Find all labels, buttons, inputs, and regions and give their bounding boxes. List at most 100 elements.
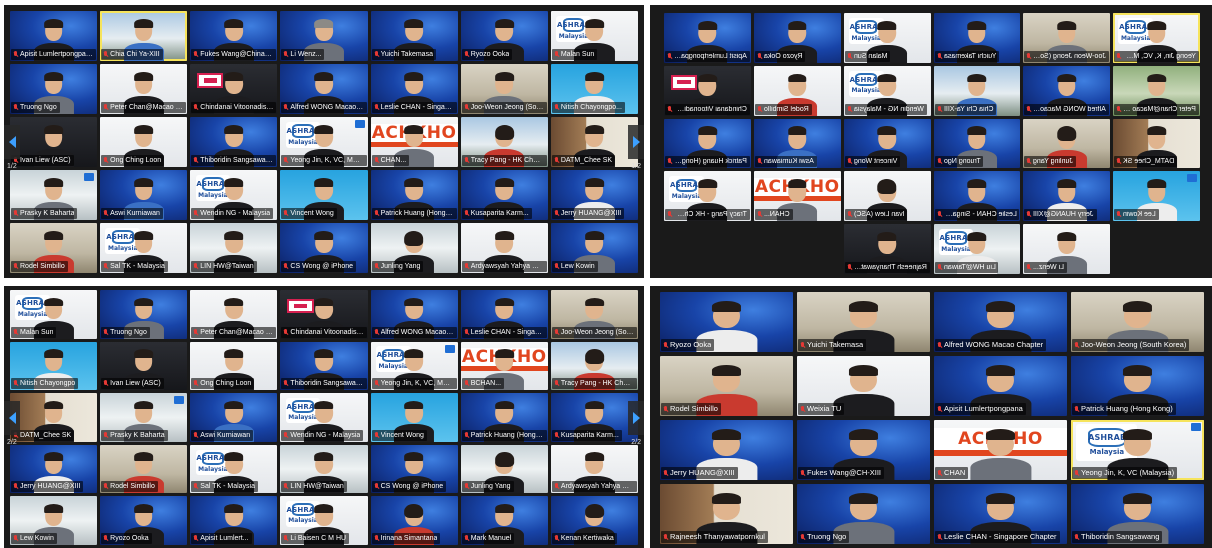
participant-tile-tracy-pang-hk-chapter[interactable]: Tracy Pang - HK Chapter [460, 117, 548, 167]
participant-tile-kusaparita-karm[interactable]: Kusaparita Karm... [460, 170, 548, 220]
participant-tile-aswi-kurniawan[interactable]: Aswi Kurniawan [100, 170, 188, 220]
participant-tile-rajneesh-thanyawatpornkul[interactable]: Rajneesh Thanyawatpornkul [660, 484, 793, 544]
next-page-arrow-icon[interactable] [628, 125, 644, 159]
participant-tile-nitish-chayongpo[interactable]: Nitish Chayongpo... [550, 64, 638, 114]
participant-tile-alfred-wong-macao-chapter[interactable]: Alfred WONG Macao Chapter [280, 64, 368, 114]
participant-tile-ong-ching-loon[interactable]: Ong Ching Loon [100, 117, 188, 167]
participant-tile-joo-weon-jeong-south-korea[interactable]: Joo-Weon Jeong (South Korea) [460, 64, 548, 114]
participant-tile-vincent-wong[interactable]: Vincent Wong [280, 170, 368, 220]
participant-tile-li-wenz[interactable]: Li Wenz... [1023, 224, 1111, 274]
participant-tile-tracy-pang-hk-chapter[interactable]: ASHRAE Malaysia Tracy Pang - HK Chapter [664, 171, 751, 222]
participant-tile-leslie-chan-singapore-chapter[interactable]: Leslie CHAN - Singapore Chapter [370, 64, 458, 114]
participant-tile-truong-ngo[interactable]: Truong Ngo [100, 290, 188, 339]
participant-tile-joo-weon-jeong-south-k[interactable]: Joo-Weon Jeong (South K... [550, 290, 638, 339]
participant-tile-ryozo-ooka[interactable]: Ryozo Ooka [100, 496, 188, 545]
pin-video-icon[interactable] [354, 120, 365, 128]
participant-tile-prasky-k-baharta[interactable]: Prasky K Baharta [10, 170, 98, 220]
pin-video-icon[interactable] [444, 344, 455, 353]
participant-tile-thiboridin-sangsawang[interactable]: Thiboridin Sangsawang [190, 117, 278, 167]
participant-tile-lin-hw-taiwan[interactable]: LIN HW@Taiwan [280, 444, 368, 494]
participant-tile-rodel-simbillo[interactable]: Rodel Simbillo [660, 356, 793, 416]
participant-tile-chindanai-vitoonadisorn[interactable]: Chindanai Vitoonadisorn [190, 64, 278, 114]
participant-tile-alfred-wong-macao-chap[interactable]: Alfred WONG Macao Chap... [370, 290, 458, 339]
previous-page-arrow-icon[interactable] [4, 400, 20, 435]
participant-tile-wendin-ng-malaysia[interactable]: ASHRAE Malaysia Wendin NG - Malaysia [280, 393, 368, 442]
participant-tile-li-baisen-c-m-hu[interactable]: ASHRAE Malaysia Li Baisen C M HU [280, 496, 368, 545]
pin-video-icon[interactable] [1187, 174, 1197, 183]
participant-tile-sal-tk-malaysia[interactable]: ASHRAE Malaysia Sal TK - Malaysia [190, 444, 278, 494]
participant-tile-fukes-wang-ch-xiii[interactable]: Fukes Wang@CH-XIII [797, 420, 930, 480]
participant-tile-ardyawsyah-yahya-xiii[interactable]: Ardyawsyah Yahya @ XIII [460, 223, 548, 273]
participant-tile-alfred-wong-macao-chapter[interactable]: Alfred WONG Macao Chapter [934, 292, 1067, 352]
participant-tile-patrick-huang-hong-kong[interactable]: Patrick Huang (Hong Kong) [1071, 356, 1204, 416]
participant-tile-datm-chee-sk[interactable]: DATM_Chee SK [1113, 118, 1200, 169]
participant-tile-aswi-kurniawan[interactable]: Aswi Kurniawan [190, 393, 278, 442]
participant-tile-datm-chee-sk[interactable]: DATM_Chee SK [10, 393, 98, 442]
participant-tile-yeong-jin-k-vc-malaysia[interactable]: ASHRAEMalaysiaYeong Jin, K, VC, Malaysia [280, 117, 368, 167]
participant-tile-sal-tk-malaysia[interactable]: ASHRAE Malaysia Sal TK - Malaysia [100, 223, 188, 273]
participant-tile-lew-kowin[interactable]: Lew Kowin [10, 496, 98, 545]
participant-tile-mark-manuel[interactable]: Mark Manuel [460, 496, 548, 545]
participant-tile-liu-hw-taiwan[interactable]: ASHRAE Malaysia Liu HW@Taiwan [933, 224, 1021, 274]
participant-tile-joo-weon-jeong-south-korea[interactable]: Joo-Weon Jeong (South Korea) [1071, 292, 1204, 352]
participant-tile-tracy-pang-hk-chapter[interactable]: Tracy Pang - HK Chapter [550, 341, 638, 391]
participant-tile-kusaparita-karm[interactable]: Kusaparita Karm... [550, 393, 638, 442]
participant-tile-yeong-jin-k-vc-malaysia[interactable]: ASHRAEMalaysiaYeong Jin, K, VC, Malaysia [1113, 13, 1200, 63]
participant-tile-ong-ching-loon[interactable]: Ong Ching Loon [190, 341, 278, 391]
participant-tile-leslie-chan-singapore[interactable]: Leslie CHAN - Singapore... [460, 290, 548, 339]
participant-tile-kenan-kertiwaka[interactable]: Kenan Kertiwaka [550, 496, 638, 545]
participant-tile-prasky-k-baharta[interactable]: Prasky K Baharta [100, 393, 188, 442]
participant-tile-apisit-lumlertpongpana[interactable]: Apisit Lumlertpongpana [664, 13, 751, 63]
pin-video-icon[interactable] [1191, 423, 1201, 431]
participant-tile-chan[interactable]: ACHKHOCHAN... [370, 117, 458, 167]
participant-tile-patrick-huang-hong-kon[interactable]: Patrick Huang (Hong Kon... [460, 393, 548, 442]
participant-tile-truong-ngo[interactable]: Truong Ngo [797, 484, 930, 544]
participant-tile-chindanai-vitoonadisorn[interactable]: Chindanai Vitoonadisorn [280, 290, 368, 339]
participant-tile-li-wenz[interactable]: Li Wenz... [280, 11, 368, 61]
participant-tile-chindanai-vitoonadisorn[interactable]: Chindanai Vitoonadisorn [664, 65, 751, 116]
participant-tile-ivan-liew-asc[interactable]: Ivan Liew (ASC) [100, 341, 188, 391]
participant-tile-aswi-kurniawan[interactable]: Aswi Kurniawan [753, 118, 841, 169]
participant-tile-vincent-wong[interactable]: Vincent Wong [370, 393, 458, 442]
participant-tile-patrick-huang-hong-kong[interactable]: Patrick Huang (Hong Kong) [664, 118, 751, 169]
participant-tile-chan[interactable]: ACHKHOCHAN [934, 420, 1067, 480]
participant-tile-thiboridin-sangsawang[interactable]: Thiboridin Sangsawang [280, 341, 368, 391]
participant-tile-peter-chan-macao-chp[interactable]: Peter Chan@Macao Chp... [100, 64, 188, 114]
participant-tile-lew-kowin[interactable]: Lew Kowin [550, 223, 638, 273]
participant-tile-fukes-wang-china-xiii[interactable]: Fukes Wang@China-XIII [190, 11, 278, 61]
participant-tile-rodel-simbillo[interactable]: Rodel Simbillo [10, 223, 98, 273]
participant-tile-jerry-huang-xiii[interactable]: Jerry HUANG@XIII [550, 170, 638, 220]
participant-tile-jerry-huang-xiii[interactable]: Jerry HUANG@XIII [10, 444, 98, 494]
participant-tile-chia-chi-ya-xiii[interactable]: Chia Chi Ya-XIII [100, 11, 188, 61]
participant-tile-patrick-huang-hong-kong[interactable]: Patrick Huang (Hong Kong) [370, 170, 458, 220]
participant-tile-chan[interactable]: ACHKHOCHAN... [753, 171, 841, 222]
participant-tile-weixia-tu[interactable]: Weixia TU [797, 356, 930, 416]
participant-tile-truong-ngo[interactable]: Truong Ngo [10, 64, 98, 114]
participant-tile-leslie-chan-singapore[interactable]: Leslie CHAN - Singapore [933, 171, 1021, 222]
participant-tile-yuichi-takemasa[interactable]: Yuichi Takemasa [370, 11, 458, 61]
participant-tile-nitish-chayongpo[interactable]: Nitish Chayongpo [10, 341, 98, 391]
participant-tile-malan-sun[interactable]: ASHRAE Malaysia Malan Sun [10, 290, 98, 339]
participant-tile-rodel-simbillo[interactable]: Rodel Simbillo [753, 65, 841, 116]
participant-tile-rodel-simbillo[interactable]: Rodel Simbillo [100, 444, 188, 494]
participant-tile-ryozo-ooka[interactable]: Ryozo Ooka [660, 292, 793, 352]
participant-tile-ryozo-ooka[interactable]: Ryozo Ooka [460, 11, 548, 61]
participant-tile-rajneesh-thanyawatporn[interactable]: Rajneesh Thanyawatporn [843, 224, 931, 274]
participant-tile-malan-sun[interactable]: ASHRAE Malaysia Malan Sun [843, 13, 931, 63]
participant-tile-joo-weon-jeong-south-korea[interactable]: Joo-Weon Jeong (South Korea) [1023, 13, 1111, 63]
participant-tile-malan-sun[interactable]: ASHRAE Malaysia Malan Sun [550, 11, 638, 61]
participant-tile-lin-hw-taiwan[interactable]: LIN HW@Taiwan [190, 223, 278, 273]
participant-tile-wendin-ng-malaysia[interactable]: ASHRAE Malaysia Wendin NG - Malaysia [190, 170, 278, 220]
participant-tile-yeong-jin-k-vc-malaysia[interactable]: ASHRAE Malaysia Yeong Jin, K, VC (Malaysia… [1071, 420, 1204, 480]
participant-tile-chia-chi-ya-xiii[interactable]: Chia Chi Ya-XIII [933, 65, 1021, 116]
participant-tile-lee-kowin[interactable]: Lee Kowin [1113, 171, 1200, 222]
participant-tile-ryozo-ooka[interactable]: Ryozo Ooka [753, 13, 841, 63]
participant-tile-cs-wong-iphone[interactable]: CS Wong @ iPhone [280, 223, 368, 273]
participant-tile-thiboridin-sangsawang[interactable]: Thiboridin Sangsawang [1071, 484, 1204, 544]
next-page-arrow-icon[interactable] [628, 400, 644, 435]
participant-tile-junling-yang[interactable]: Junling Yang [1023, 118, 1111, 169]
participant-tile-yeong-jin-k-vc-malaysia[interactable]: ASHRAEMalaysiaYeong Jin, K, VC, Malaysia [370, 341, 458, 391]
participant-tile-apisit-lumlertpongpana[interactable]: Apisit Lumlertpongpana [934, 356, 1067, 416]
participant-tile-cs-wong-iphone[interactable]: CS Wong @ iPhone [370, 444, 458, 494]
participant-tile-truong-ngo[interactable]: Truong Ngo [933, 118, 1021, 169]
